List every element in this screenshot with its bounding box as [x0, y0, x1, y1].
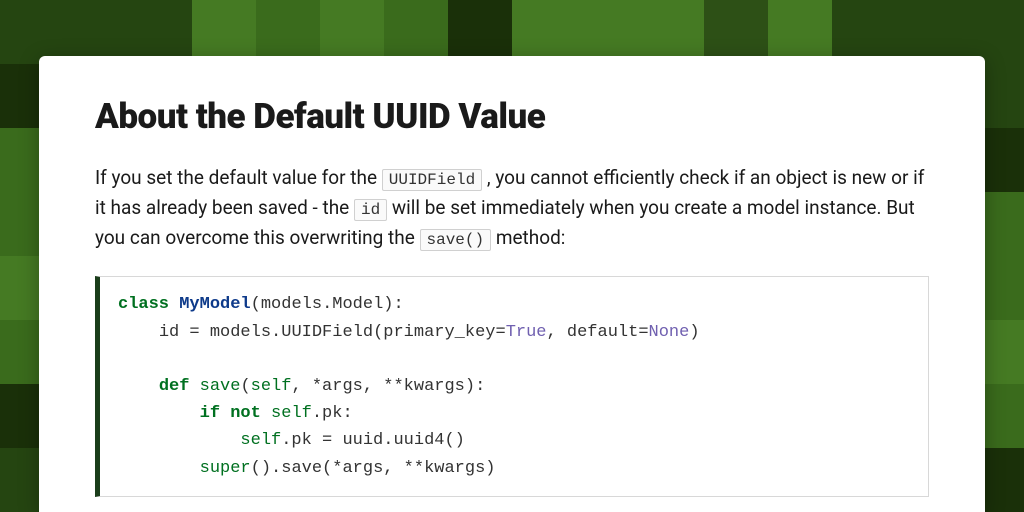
kw-self: self: [251, 377, 292, 396]
code-text: uuid4(): [393, 431, 464, 450]
article-card: About the Default UUID Value If you set …: [39, 56, 985, 512]
section-heading: About the Default UUID Value: [95, 96, 929, 137]
fn-save: save: [200, 377, 241, 396]
kw-self: self: [271, 404, 312, 423]
code-text: .: [271, 459, 281, 478]
code-text: = uuid: [322, 431, 383, 450]
inline-code-save: save(): [420, 229, 492, 251]
kw-not: not: [230, 404, 261, 423]
code-text: = models: [179, 323, 271, 342]
code-text: .pk:: [312, 404, 353, 423]
intro-paragraph: If you set the default value for the UUI…: [95, 163, 929, 252]
text: If you set the default value for the: [95, 166, 382, 189]
kw-if: if: [200, 404, 220, 423]
kw-def: def: [159, 377, 190, 396]
code-text: ): [689, 323, 699, 342]
code-text: , default=: [547, 323, 649, 342]
code-text: , *args, **kwargs):: [291, 377, 485, 396]
const-none: None: [649, 323, 690, 342]
fn-super: super: [200, 459, 251, 478]
code-text: Model):: [332, 295, 403, 314]
code-text: id: [159, 323, 179, 342]
text: method:: [491, 226, 565, 249]
const-true: True: [506, 323, 547, 342]
code-text: .: [271, 323, 281, 342]
code-text: (: [240, 377, 250, 396]
code-text: (): [251, 459, 271, 478]
code-text: .: [383, 431, 393, 450]
code-text: .pk: [281, 431, 322, 450]
code-text: .: [322, 295, 332, 314]
code-text: (models: [251, 295, 322, 314]
kw-class: class: [118, 295, 169, 314]
class-name: MyModel: [179, 295, 250, 314]
code-text: UUIDField(primary_key=: [281, 323, 505, 342]
inline-code-id: id: [354, 199, 387, 221]
inline-code-uuidfield: UUIDField: [382, 169, 482, 191]
kw-self: self: [240, 431, 281, 450]
code-text: save(*args, **kwargs): [281, 459, 495, 478]
code-block: class MyModel(models.Model): id = models…: [95, 276, 929, 496]
